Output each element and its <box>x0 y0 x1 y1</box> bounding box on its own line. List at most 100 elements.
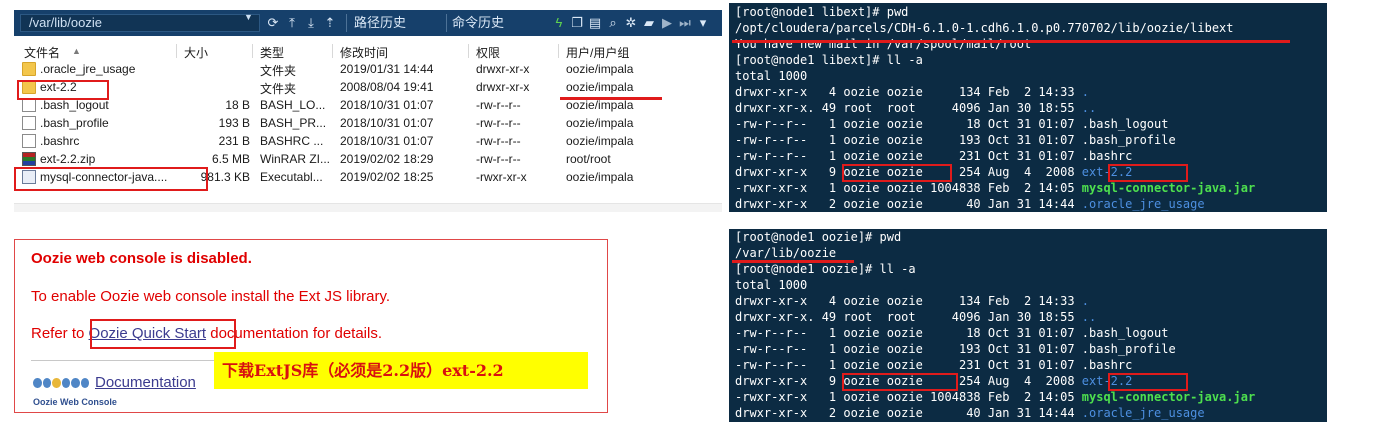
go-up-icon[interactable]: ⇡ <box>323 14 337 32</box>
file-permission: -rwxr-xr-x <box>476 170 527 184</box>
file-owner: oozie/impala <box>566 62 634 76</box>
file-row[interactable]: .bash_profile 193 B BASH_PR... 2018/10/31 0… <box>14 114 722 132</box>
file-permission: -rw-r--r-- <box>476 152 521 166</box>
file-mtime: 2018/10/31 01:07 <box>340 116 434 130</box>
listing-name: .oracle_jre_usage <box>1081 406 1205 420</box>
listing-meta: -rw-r--r-- 1 oozie oozie 18 Oct 31 01:07 <box>735 117 1082 131</box>
sort-arrow-icon: ▲ <box>72 46 81 56</box>
search-icon[interactable]: ⌕ <box>606 14 620 32</box>
listing-name: .oracle_jre_usage <box>1081 197 1205 211</box>
underline-oozie-path <box>732 260 854 263</box>
file-owner: root/root <box>566 152 611 166</box>
next-icon[interactable]: ⏭ <box>678 14 692 32</box>
column-header-size[interactable]: 大小 <box>184 44 208 61</box>
listing-meta: -rwxr-xr-x 1 oozie oozie 1004838 Feb 2 1… <box>735 390 1082 404</box>
highlight-owner-bottom <box>842 373 958 391</box>
terminal-bottom[interactable]: [root@node1 oozie]# pwd /var/lib/oozie [… <box>729 229 1327 422</box>
column-divider[interactable] <box>558 44 559 58</box>
logo-caption: Oozie Web Console <box>33 397 117 407</box>
terminal-line: total 1000 <box>735 278 808 292</box>
file-owner: oozie/impala <box>566 80 634 94</box>
folder-icon <box>22 62 36 76</box>
chevron-down-icon[interactable]: ▾ <box>696 14 710 32</box>
column-divider[interactable] <box>252 44 253 58</box>
file-type: Executabl... <box>260 170 323 184</box>
file-type: WinRAR ZI... <box>260 152 331 166</box>
toolbar-button-group: ⟳ ⤒ ⤓ ⇡ <box>266 14 337 32</box>
listing-name: .bashrc <box>1081 358 1133 372</box>
file-mtime: 2018/10/31 01:07 <box>340 98 434 112</box>
refresh-icon[interactable]: ⟳ <box>266 14 280 32</box>
documentation-link[interactable]: Documentation <box>95 374 196 391</box>
file-manager-toolbar: /var/lib/oozie ▼ ⟳ ⤒ ⤓ ⇡ 路径历史 命令历史 ϟ ❐ ▤… <box>14 10 722 36</box>
file-mtime: 2019/02/02 18:29 <box>340 152 434 166</box>
file-row[interactable]: ext-2.2 文件夹 2008/08/04 19:41 drwxr-xr-x oozi… <box>14 78 722 96</box>
listing-meta: drwxr-xr-x 2 oozie oozie 40 Jan 31 14:44 <box>735 406 1082 420</box>
file-row[interactable]: .oracle_jre_usage 文件夹 2019/01/31 14:44 drwx… <box>14 60 722 78</box>
column-header-type[interactable]: 类型 <box>260 44 284 61</box>
column-divider[interactable] <box>468 44 469 58</box>
archive-icon <box>22 152 36 166</box>
column-divider[interactable] <box>332 44 333 58</box>
file-mtime: 2019/01/31 14:44 <box>340 62 434 76</box>
file-mtime: 2008/08/04 19:41 <box>340 80 434 94</box>
path-history-button[interactable]: 路径历史 <box>354 14 406 32</box>
toolbar-divider <box>446 14 447 32</box>
file-icon[interactable]: ▤ <box>588 14 602 32</box>
listing-meta: -rwxr-xr-x 1 oozie oozie 1004838 Feb 2 1… <box>735 181 1082 195</box>
column-header-owner[interactable]: 用户/用户组 <box>566 44 629 61</box>
listing-meta: -rw-r--r-- 1 oozie oozie 193 Oct 31 01:0… <box>735 133 1082 147</box>
toolbar-divider <box>346 14 347 32</box>
folder-icon[interactable]: ▰ <box>642 14 656 32</box>
listing-meta: drwxr-xr-x 2 oozie oozie 40 Jan 31 14:44 <box>735 197 1082 211</box>
file-size: 231 B <box>218 134 250 148</box>
horizontal-scrollbar[interactable] <box>14 203 722 212</box>
terminal-line: [root@node1 libext]# pwd <box>735 5 909 19</box>
column-header-mtime[interactable]: 修改时间 <box>340 44 388 61</box>
listing-name: .bash_logout <box>1081 117 1169 131</box>
listing-name: .bash_profile <box>1081 133 1176 147</box>
file-owner: oozie/impala <box>566 170 634 184</box>
file-mtime: 2018/10/31 01:07 <box>340 134 434 148</box>
terminal-line: /opt/cloudera/parcels/CDH-6.1.0-1.cdh6.1… <box>735 21 1234 35</box>
terminal-output: [root@node1 oozie]# pwd /var/lib/oozie [… <box>735 229 1255 421</box>
upload-icon[interactable]: ⤒ <box>285 14 299 32</box>
gear-icon[interactable]: ✲ <box>624 14 638 32</box>
file-mtime: 2019/02/02 18:25 <box>340 170 434 184</box>
underline-owner <box>560 97 662 100</box>
path-input[interactable]: /var/lib/oozie <box>20 14 260 32</box>
file-type: 文件夹 <box>260 64 297 78</box>
listing-meta: -rw-r--r-- 1 oozie oozie 231 Oct 31 01:0… <box>735 149 1082 163</box>
listing-name: . <box>1081 85 1090 99</box>
command-history-button[interactable]: 命令历史 <box>452 14 504 32</box>
highlight-ext-folder <box>17 80 109 100</box>
play-icon[interactable]: ▶ <box>660 14 674 32</box>
copy-icon[interactable]: ❐ <box>570 14 584 32</box>
file-permission: drwxr-xr-x <box>476 62 530 76</box>
file-name: .bashrc <box>40 134 80 148</box>
divider <box>31 360 221 361</box>
file-permission: -rw-r--r-- <box>476 98 521 112</box>
column-divider[interactable] <box>176 44 177 58</box>
terminal-top[interactable]: [root@node1 libext]# pwd /opt/cloudera/p… <box>729 3 1327 212</box>
terminal-line: total 1000 <box>735 69 808 83</box>
terminal-line: [root@node1 oozie]# ll -a <box>735 262 916 276</box>
hint-prefix: Refer to <box>31 325 89 342</box>
file-permission: drwxr-xr-x <box>476 80 530 94</box>
chevron-down-icon[interactable]: ▼ <box>244 12 253 22</box>
download-icon[interactable]: ⤓ <box>304 14 318 32</box>
file-row[interactable]: .bashrc 231 B BASHRC ... 2018/10/31 01:07 -r… <box>14 132 722 150</box>
file-row[interactable]: ext-2.2.zip 6.5 MB WinRAR ZI... 2019/02/02 … <box>14 150 722 168</box>
column-header-name[interactable]: 文件名 <box>24 44 60 61</box>
terminal-line: [root@node1 oozie]# pwd <box>735 230 902 244</box>
file-type: BASH_PR... <box>260 116 327 130</box>
file-name: .oracle_jre_usage <box>40 62 136 76</box>
highlight-mysql-jar <box>14 167 208 191</box>
lightning-icon[interactable]: ϟ <box>552 14 566 32</box>
listing-name: .bash_logout <box>1081 326 1169 340</box>
oozie-logo <box>33 378 89 388</box>
file-icon <box>22 134 36 148</box>
underline-libext-path <box>732 40 1290 43</box>
file-owner: oozie/impala <box>566 98 634 112</box>
column-header-permission[interactable]: 权限 <box>476 44 500 61</box>
